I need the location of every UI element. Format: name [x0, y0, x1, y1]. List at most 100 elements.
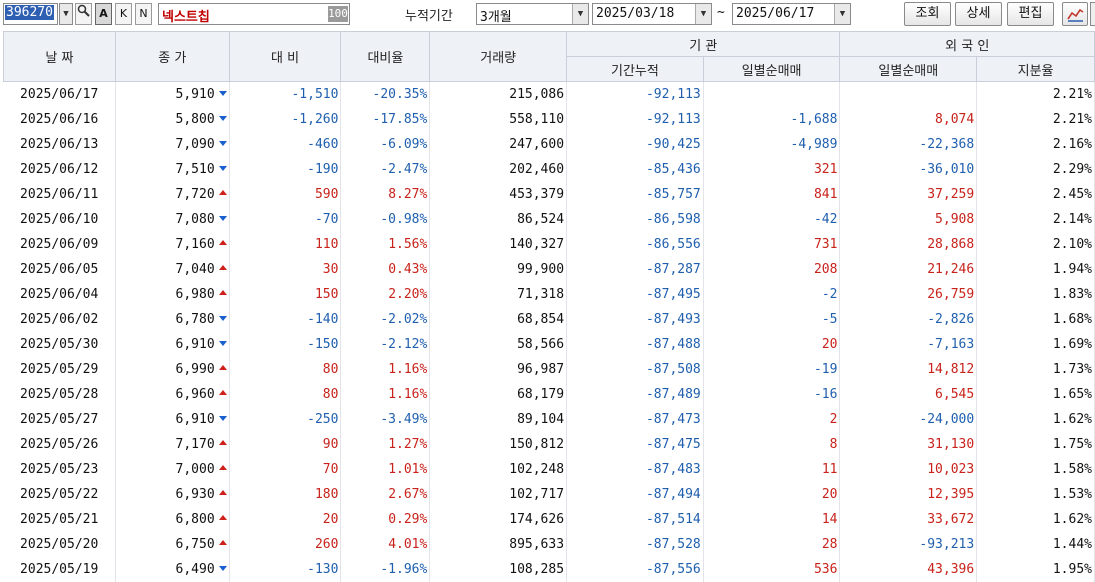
col-foreign-daily[interactable]: 일별순매매 [839, 56, 978, 82]
table-row[interactable]: 2025/06/16 5,800 -1,260 -17.85% 558,110 -92,1… [3, 107, 1095, 132]
row-rate: -2.12% [340, 332, 431, 357]
table-row[interactable]: 2025/06/05 7,040 30 0.43% 99,900 -87,287 208 21… [3, 257, 1095, 282]
row-inst-cumulative: -85,757 [566, 182, 704, 207]
row-close: 6,490 [115, 557, 230, 582]
row-close: 6,930 [115, 482, 230, 507]
filter-k-button[interactable]: K [115, 3, 132, 25]
row-foreign-share: 2.21% [976, 81, 1095, 107]
row-change: 180 [229, 482, 342, 507]
start-date-value: 2025/03/18 [596, 6, 675, 21]
period-select[interactable]: 3개월 ▼ [476, 3, 589, 25]
row-foreign-share: 1.95% [976, 557, 1095, 582]
col-inst-cumulative[interactable]: 기간누적 [566, 56, 704, 82]
filter-n-button[interactable]: N [135, 3, 152, 25]
col-close[interactable]: 종 가 [114, 31, 230, 82]
table-row[interactable]: 2025/06/10 7,080 -70 -0.98% 86,524 -86,598 -42… [3, 207, 1095, 232]
table-row[interactable]: 2025/05/23 7,000 70 1.01% 102,248 -87,483 11 10… [3, 457, 1095, 482]
row-foreign-daily: -24,000 [839, 407, 978, 432]
more-button[interactable] [1090, 2, 1095, 26]
row-foreign-share: 1.68% [976, 307, 1095, 332]
table-row[interactable]: 2025/06/17 5,910 -1,510 -20.35% 215,086 -92,1… [3, 81, 1095, 107]
row-inst-daily: 28 [703, 532, 841, 557]
table-row[interactable]: 2025/05/30 6,910 -150 -2.12% 58,566 -87,488 20… [3, 332, 1095, 357]
query-button[interactable]: 조회 [904, 2, 951, 26]
row-close-value: 6,910 [175, 337, 215, 352]
table-row[interactable]: 2025/05/27 6,910 -250 -3.49% 89,104 -87,473 2-… [3, 407, 1095, 432]
table-row[interactable]: 2025/05/21 6,800 20 0.29% 174,626 -87,514 14 33… [3, 507, 1095, 532]
table-row[interactable]: 2025/05/22 6,930 180 2.67% 102,717 -87,494 20 1… [3, 482, 1095, 507]
table-row[interactable]: 2025/06/02 6,780 -140 -2.02% 68,854 -87,493 -5… [3, 307, 1095, 332]
row-change: 110 [229, 232, 342, 257]
row-foreign-daily: 10,023 [839, 457, 978, 482]
row-inst-cumulative: -86,598 [566, 207, 704, 232]
row-inst-daily: -2 [703, 282, 841, 307]
row-foreign-daily: 33,672 [839, 507, 978, 532]
col-volume[interactable]: 거래량 [429, 31, 568, 82]
row-date: 2025/06/16 [3, 107, 116, 132]
row-close: 7,170 [115, 432, 230, 457]
table-row[interactable]: 2025/05/19 6,490 -130 -1.96% 108,285 -87,556 5… [3, 557, 1095, 582]
arrow-up-icon [218, 540, 227, 545]
table-row[interactable]: 2025/05/26 7,170 90 1.27% 150,812 -87,475 8 31,… [3, 432, 1095, 457]
table-row[interactable]: 2025/05/28 6,960 80 1.16% 68,179 -87,489 -16 6,… [3, 382, 1095, 407]
row-inst-daily: 536 [703, 557, 841, 582]
stock-code-input[interactable]: 396270 [3, 3, 58, 25]
row-inst-daily: 11 [703, 457, 841, 482]
row-change: -70 [229, 207, 342, 232]
row-volume: 202,460 [429, 157, 568, 182]
table-row[interactable]: 2025/05/29 6,990 80 1.16% 96,987 -87,508 -19 14… [3, 357, 1095, 382]
row-change: 70 [229, 457, 342, 482]
row-volume: 102,248 [429, 457, 568, 482]
table-row[interactable]: 2025/06/11 7,720 590 8.27% 453,379 -85,757 841… [3, 182, 1095, 207]
row-inst-daily: 20 [703, 482, 841, 507]
chart-icon[interactable] [1062, 2, 1088, 26]
row-change: 590 [229, 182, 342, 207]
filter-a-button[interactable]: A [95, 3, 112, 25]
row-date: 2025/06/04 [3, 282, 116, 307]
row-rate: 1.56% [340, 232, 431, 257]
row-rate: -20.35% [340, 81, 431, 107]
arrow-up-icon [218, 240, 227, 245]
row-volume: 150,812 [429, 432, 568, 457]
code-dropdown-button[interactable]: ▼ [59, 3, 73, 25]
row-inst-daily [703, 81, 841, 107]
edit-button[interactable]: 편집 [1007, 2, 1054, 26]
table-row[interactable]: 2025/06/13 7,090 -460 -6.09% 247,600 -90,425-… [3, 132, 1095, 157]
end-date-picker[interactable]: 2025/06/17 ▼ [732, 3, 851, 25]
row-inst-daily: 731 [703, 232, 841, 257]
row-date: 2025/06/17 [3, 81, 116, 107]
row-change: 260 [229, 532, 342, 557]
table-row[interactable]: 2025/06/04 6,980 150 2.20% 71,318 -87,495 -2 26… [3, 282, 1095, 307]
table-row[interactable]: 2025/05/20 6,750 260 4.01% 895,633 -87,528 28-… [3, 532, 1095, 557]
col-rate[interactable]: 대비율 [340, 31, 431, 82]
row-foreign-share: 1.73% [976, 357, 1095, 382]
row-inst-cumulative: -87,508 [566, 357, 704, 382]
row-close-value: 5,910 [175, 87, 215, 102]
col-inst-daily[interactable]: 일별순매매 [702, 56, 841, 82]
row-close: 7,090 [115, 132, 230, 157]
table-row[interactable]: 2025/06/12 7,510 -190 -2.47% 202,460 -85,436 3… [3, 157, 1095, 182]
start-date-picker[interactable]: 2025/03/18 ▼ [592, 3, 712, 25]
row-rate: -17.85% [340, 107, 431, 132]
table-row[interactable]: 2025/06/09 7,160 110 1.56% 140,327 -86,556 731… [3, 232, 1095, 257]
search-icon[interactable] [75, 3, 92, 25]
detail-button[interactable]: 상세 [955, 2, 1002, 26]
row-inst-daily: -16 [703, 382, 841, 407]
row-volume: 895,633 [429, 532, 568, 557]
row-close-value: 7,040 [175, 262, 215, 277]
arrow-up-icon [218, 365, 227, 370]
row-close-value: 6,930 [175, 487, 215, 502]
row-close-value: 6,800 [175, 512, 215, 527]
col-change[interactable]: 대 비 [228, 31, 342, 82]
row-inst-cumulative: -87,514 [566, 507, 704, 532]
row-rate: -0.98% [340, 207, 431, 232]
row-foreign-daily: 26,759 [839, 282, 978, 307]
col-group-foreign: 외 국 인 [839, 31, 1095, 57]
investor-trend-table: 날 짜 종 가 대 비 대비율 거래량 기 관 외 국 인 기간누적 일별순매매… [3, 31, 1095, 582]
col-foreign-share[interactable]: 지분율 [976, 56, 1095, 82]
col-date[interactable]: 날 짜 [3, 31, 116, 82]
row-volume: 102,717 [429, 482, 568, 507]
row-close: 6,990 [115, 357, 230, 382]
row-foreign-share: 1.75% [976, 432, 1095, 457]
row-rate: -2.02% [340, 307, 431, 332]
